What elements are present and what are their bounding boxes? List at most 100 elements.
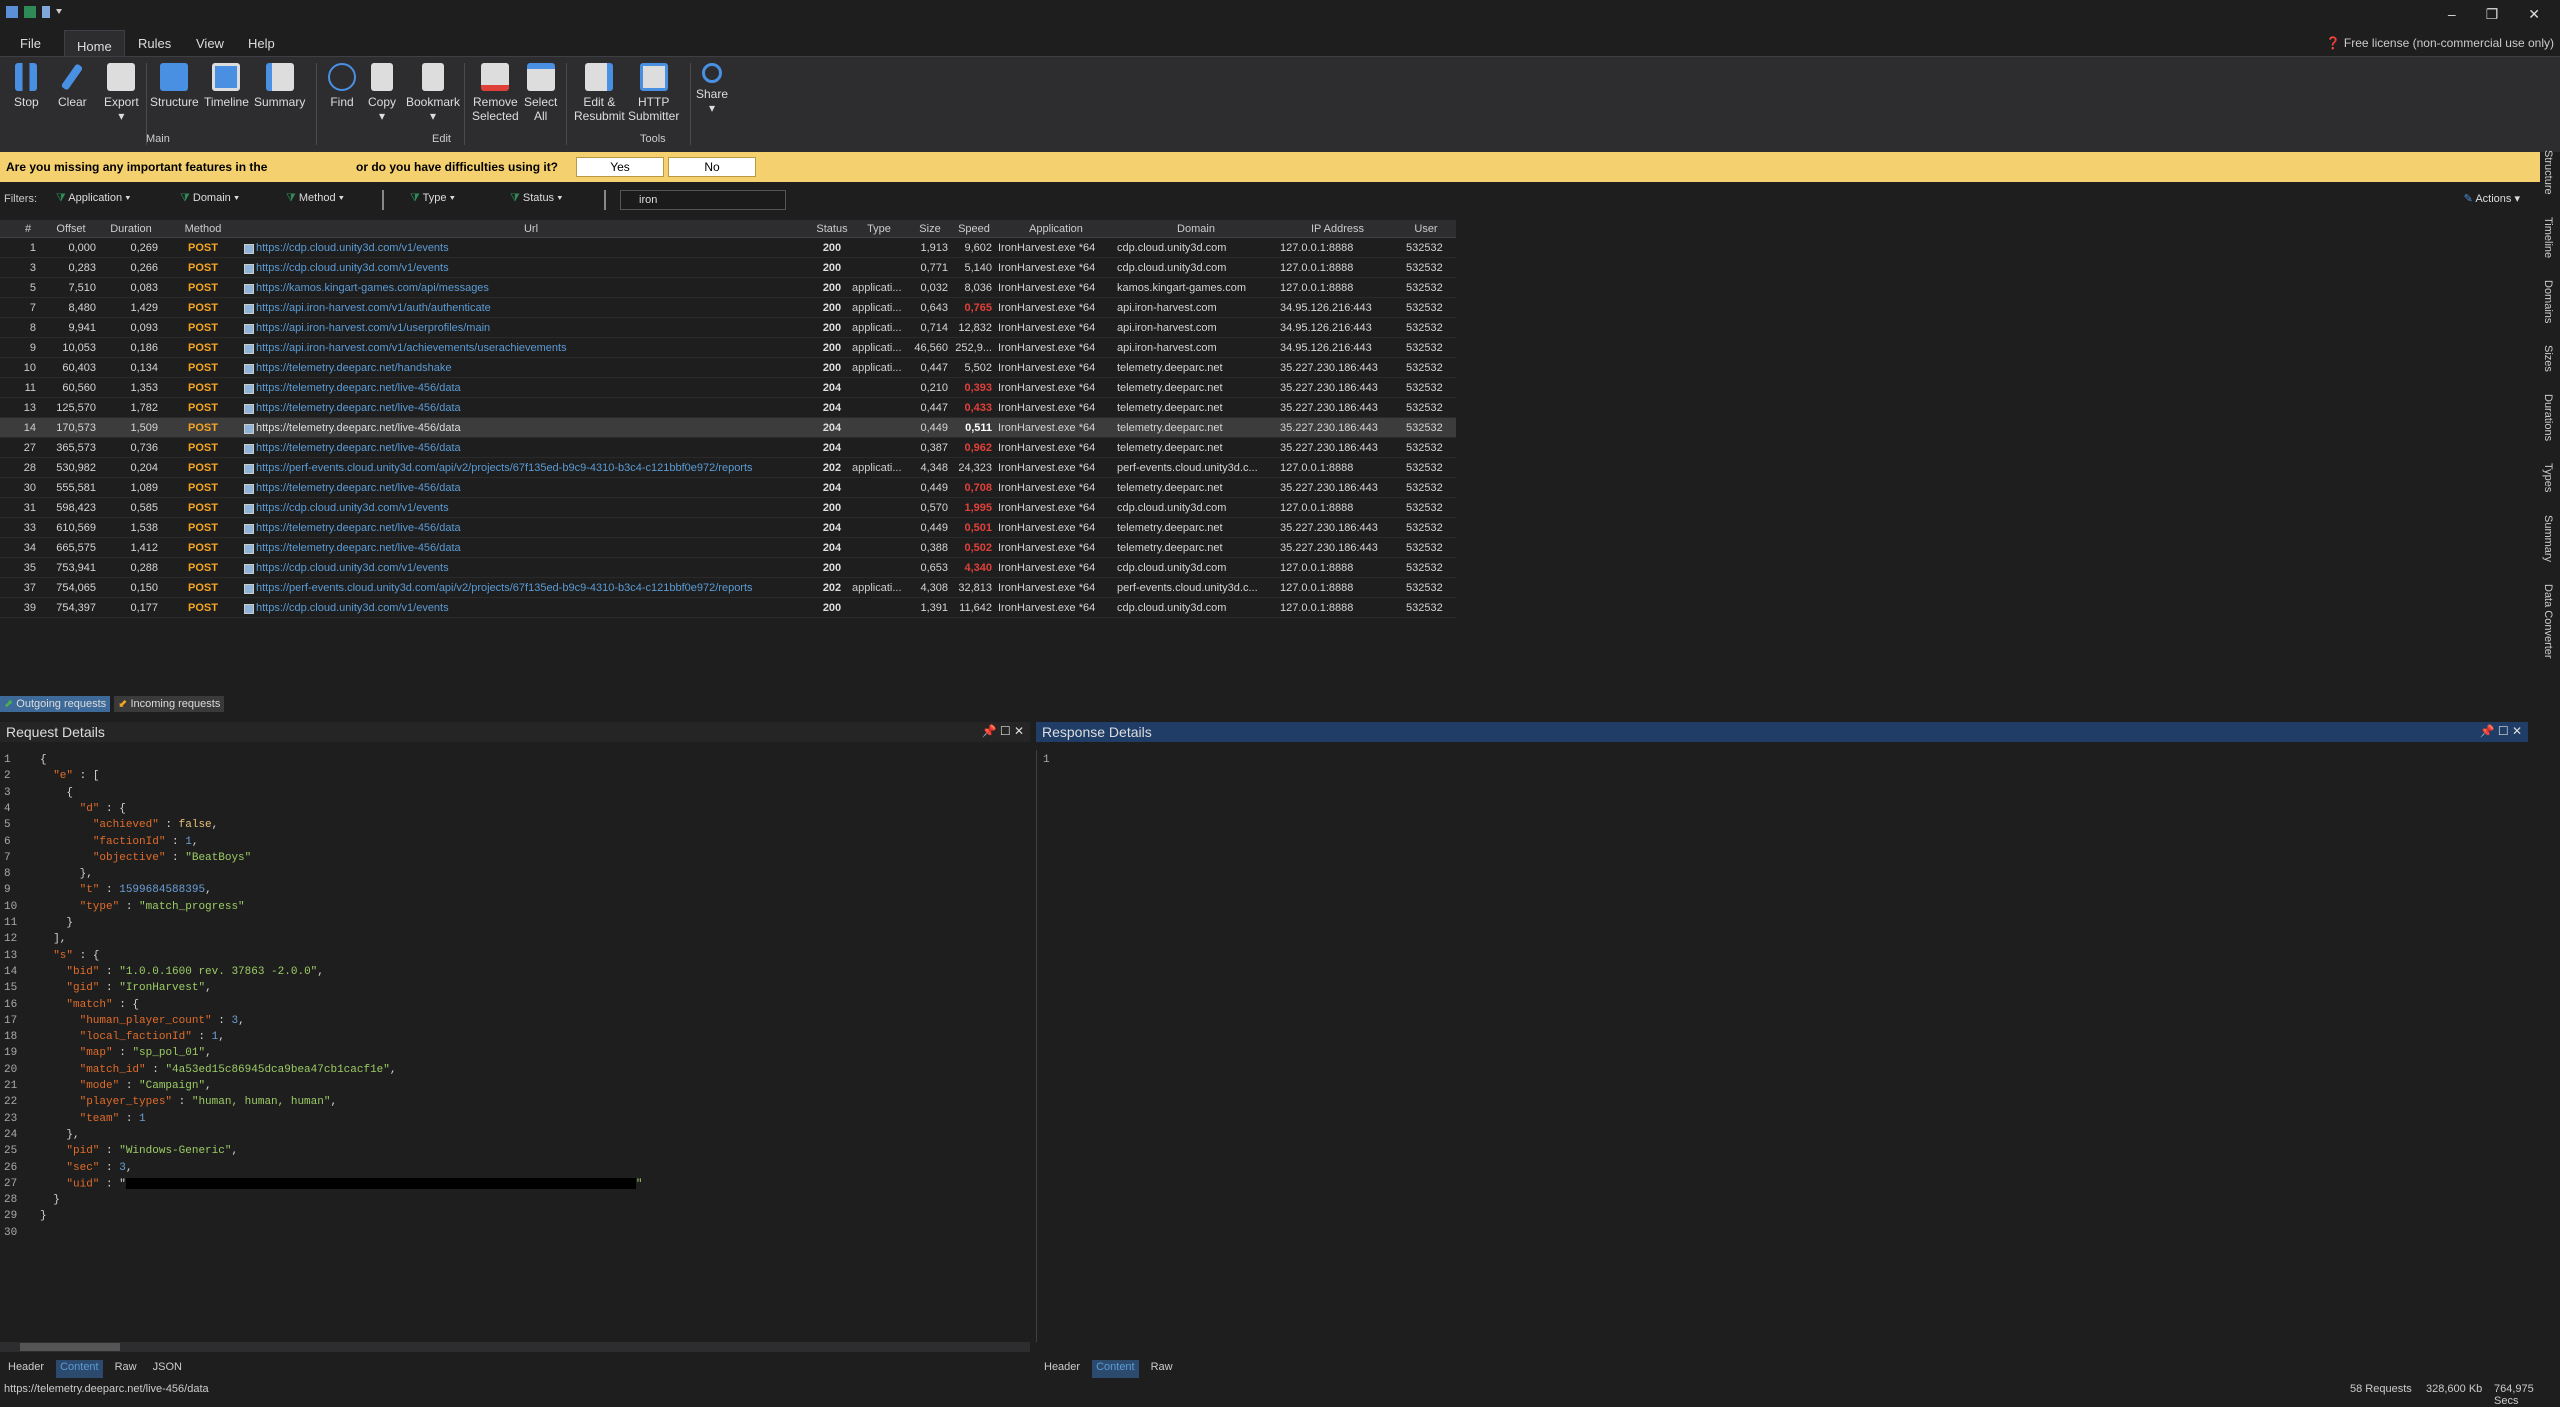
row-type: applicati... — [852, 362, 902, 374]
yes-button[interactable]: Yes — [576, 157, 664, 177]
row-domain: api.iron-harvest.com — [1117, 342, 1217, 354]
maximize-icon[interactable]: ☐ — [1000, 724, 1011, 738]
restore-icon[interactable]: ❐ — [2486, 6, 2499, 23]
row-application: IronHarvest.exe *64 — [998, 562, 1096, 574]
no-button[interactable]: No — [668, 157, 756, 177]
type-filter[interactable]: ⧩ Type ▾ — [410, 192, 455, 205]
tab-incoming-requests[interactable]: ⬋ Incoming requests — [114, 696, 225, 712]
tab-content[interactable]: Content — [56, 1360, 103, 1378]
side-tab[interactable]: Timeline — [2542, 217, 2554, 258]
side-tab[interactable]: Domains — [2542, 280, 2554, 323]
tab-outgoing-requests[interactable]: ⬈ Outgoing requests — [0, 696, 111, 712]
row-number: 1 — [29, 242, 36, 254]
side-tab[interactable]: Durations — [2542, 394, 2554, 441]
menu-rules[interactable]: Rules — [128, 34, 181, 53]
menu-file[interactable]: File — [10, 34, 51, 53]
bookmark-button[interactable]: Bookmark ▾ — [406, 63, 460, 123]
table-row[interactable]: 9 10,053 0,186 POST https://api.iron-harvest… — [0, 338, 1456, 358]
table-row[interactable]: 3 0,283 0,266 POST https://cdp.cloud.unity3d… — [0, 258, 1456, 278]
dropdown-icon[interactable] — [56, 9, 62, 15]
col-application[interactable]: Application — [998, 223, 1114, 235]
menu-help[interactable]: Help — [238, 34, 285, 53]
side-tab[interactable]: Summary — [2542, 515, 2554, 562]
close-icon[interactable]: ✕ — [1014, 724, 1024, 738]
col-speed[interactable]: Speed — [952, 223, 996, 235]
table-row[interactable]: 14 170,573 1,509 POST https://telemetry.deep… — [0, 418, 1456, 438]
excel-icon[interactable] — [24, 6, 36, 18]
feather-icon[interactable] — [42, 6, 50, 18]
side-tab[interactable]: Types — [2542, 463, 2554, 492]
col-num[interactable]: # — [20, 223, 36, 235]
col-size[interactable]: Size — [910, 223, 950, 235]
minimize-icon[interactable]: – — [2448, 6, 2456, 23]
table-row[interactable]: 37 754,065 0,150 POST https://perf-events.cl… — [0, 578, 1456, 598]
table-row[interactable]: 34 665,575 1,412 POST https://telemetry.deep… — [0, 538, 1456, 558]
horizontal-scrollbar[interactable] — [0, 1342, 1030, 1352]
pin-icon[interactable]: 📌 — [982, 724, 997, 738]
col-status[interactable]: Status — [812, 223, 852, 235]
col-type[interactable]: Type — [852, 223, 906, 235]
side-tab[interactable]: Structure — [2542, 150, 2554, 195]
remove-selected-button[interactable]: Remove Selected — [472, 63, 519, 123]
pin-icon[interactable]: 📌 — [2480, 724, 2495, 738]
export-button[interactable]: Export ▾ — [104, 63, 139, 123]
col-user[interactable]: User — [1398, 223, 1454, 235]
row-duration: 1,782 — [130, 402, 158, 414]
share-button[interactable]: Share ▾ — [696, 63, 728, 115]
row-domain: api.iron-harvest.com — [1117, 302, 1217, 314]
menu-view[interactable]: View — [186, 34, 234, 53]
table-row[interactable]: 30 555,581 1,089 POST https://telemetry.deep… — [0, 478, 1456, 498]
tab-json[interactable]: JSON — [149, 1360, 186, 1378]
tab-content[interactable]: Content — [1092, 1360, 1139, 1378]
close-icon[interactable]: ✕ — [2512, 724, 2522, 738]
tab-raw[interactable]: Raw — [1147, 1360, 1177, 1378]
structure-button[interactable]: Structure — [150, 63, 199, 109]
side-tab[interactable]: Sizes — [2542, 345, 2554, 372]
table-row[interactable]: 28 530,982 0,204 POST https://perf-events.cl… — [0, 458, 1456, 478]
table-row[interactable]: 35 753,941 0,288 POST https://cdp.cloud.unit… — [0, 558, 1456, 578]
table-row[interactable]: 5 7,510 0,083 POST https://kamos.kingart-gam… — [0, 278, 1456, 298]
http-submitter-button[interactable]: HTTP Submitter — [628, 63, 679, 123]
table-row[interactable]: 1 0,000 0,269 POST https://cdp.cloud.unity3d… — [0, 238, 1456, 258]
tab-raw[interactable]: Raw — [111, 1360, 141, 1378]
table-row[interactable]: 8 9,941 0,093 POST https://api.iron-harvest.… — [0, 318, 1456, 338]
row-size: 0,449 — [920, 422, 948, 434]
maximize-icon[interactable]: ☐ — [2498, 724, 2509, 738]
license-label[interactable]: ❓ Free license (non-commercial use only) — [2326, 36, 2554, 50]
col-method[interactable]: Method — [168, 223, 238, 235]
table-row[interactable]: 13 125,570 1,782 POST https://telemetry.deep… — [0, 398, 1456, 418]
status-filter[interactable]: ⧩ Status ▾ — [510, 192, 563, 205]
table-row[interactable]: 27 365,573 0,736 POST https://telemetry.deep… — [0, 438, 1456, 458]
copy-button[interactable]: Copy ▾ — [368, 63, 396, 123]
actions-button[interactable]: ✎ Actions ▾ — [2464, 192, 2520, 205]
close-icon[interactable]: ✕ — [2528, 6, 2540, 23]
domain-filter[interactable]: ⧩ Domain ▾ — [180, 192, 239, 205]
application-filter[interactable]: ⧩ Application ▾ — [56, 192, 131, 205]
table-row[interactable]: 10 60,403 0,134 POST https://telemetry.deepa… — [0, 358, 1456, 378]
table-row[interactable]: 33 610,569 1,538 POST https://telemetry.deep… — [0, 518, 1456, 538]
stop-button[interactable]: Stop — [14, 63, 39, 109]
table-row[interactable]: 7 8,480 1,429 POST https://api.iron-harvest.… — [0, 298, 1456, 318]
summary-button[interactable]: Summary — [254, 63, 305, 109]
col-duration[interactable]: Duration — [104, 223, 158, 235]
table-row[interactable]: 11 60,560 1,353 POST https://telemetry.deepa… — [0, 378, 1456, 398]
col-url[interactable]: Url — [256, 223, 806, 235]
status-bar: https://telemetry.deeparc.net/live-456/d… — [0, 1383, 2560, 1407]
edit-resubmit-button[interactable]: Edit & Resubmit — [574, 63, 625, 123]
find-button[interactable]: Find — [328, 63, 356, 109]
method-filter[interactable]: ⧩ Method ▾ — [286, 192, 344, 205]
table-row[interactable]: 31 598,423 0,585 POST https://cdp.cloud.unit… — [0, 498, 1456, 518]
clear-button[interactable]: Clear — [58, 63, 87, 109]
request-body-editor[interactable]: 1 {2 "e" : [3 {4 "d" : {5 "achieved" : fa… — [0, 750, 1030, 1342]
col-domain[interactable]: Domain — [1117, 223, 1275, 235]
select-all-button[interactable]: Select All — [524, 63, 557, 123]
tab-header[interactable]: Header — [4, 1360, 48, 1378]
tab-header[interactable]: Header — [1040, 1360, 1084, 1378]
col-ip[interactable]: IP Address — [1280, 223, 1395, 235]
response-body-editor[interactable]: 1 — [1036, 750, 2528, 1342]
table-row[interactable]: 39 754,397 0,177 POST https://cdp.cloud.unit… — [0, 598, 1456, 618]
timeline-button[interactable]: Timeline — [204, 63, 249, 109]
col-offset[interactable]: Offset — [46, 223, 96, 235]
search-input[interactable] — [620, 190, 786, 210]
side-tab[interactable]: Data Converter — [2542, 584, 2554, 659]
